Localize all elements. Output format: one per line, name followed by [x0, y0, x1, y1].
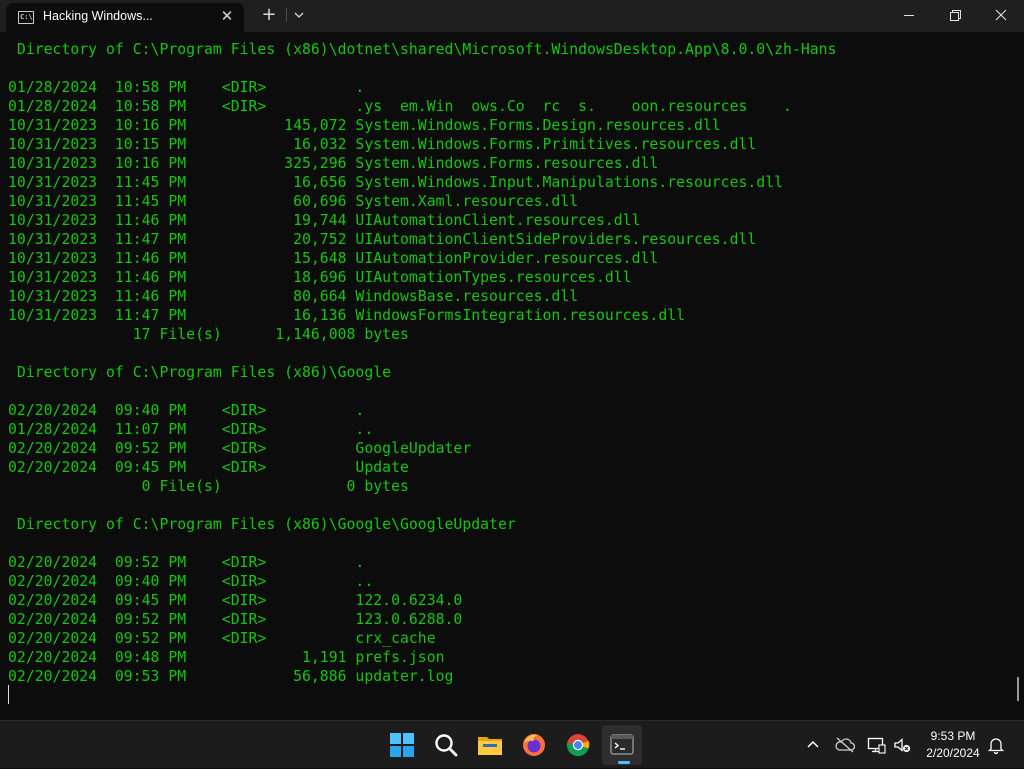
terminal-line: 10/31/2023 10:16 PM 145,072 System.Windo… — [8, 117, 721, 134]
terminal-line: 0 File(s) 0 bytes — [8, 478, 409, 495]
terminal-line: 02/20/2024 09:48 PM 1,191 prefs.json — [8, 649, 445, 666]
taskbar: 9:53 PM 2/20/2024 — [0, 720, 1024, 768]
network-icon — [867, 737, 886, 754]
chrome-button[interactable] — [558, 725, 598, 765]
chevron-up-icon — [807, 740, 819, 748]
terminal-line: Directory of C:\Program Files (x86)\Goog… — [8, 364, 392, 381]
terminal-line: 02/20/2024 09:52 PM <DIR> GoogleUpdater — [8, 440, 472, 457]
chevron-down-icon — [294, 12, 304, 18]
terminal-tab[interactable]: C:\ Hacking Windows... ✕ — [6, 3, 244, 32]
terminal-line: 10/31/2023 11:47 PM 20,752 UIAutomationC… — [8, 231, 757, 248]
network-tray-button[interactable] — [866, 735, 886, 755]
tab-close-button[interactable]: ✕ — [217, 6, 237, 26]
terminal-output[interactable]: Directory of C:\Program Files (x86)\dotn… — [0, 32, 1024, 720]
terminal-line: 10/31/2023 11:46 PM 19,744 UIAutomationC… — [8, 212, 641, 229]
restore-icon — [950, 10, 961, 21]
terminal-line: 01/28/2024 10:58 PM <DIR> . — [8, 79, 365, 96]
volume-tray-button[interactable] — [892, 735, 912, 755]
tab-separator — [286, 8, 287, 22]
terminal-line: 02/20/2024 09:45 PM <DIR> 122.0.6234.0 — [8, 592, 463, 609]
terminal-line: 01/28/2024 11:07 PM <DIR> .. — [8, 421, 374, 438]
active-app-indicator — [618, 761, 630, 764]
terminal-button[interactable] — [602, 725, 642, 765]
volume-muted-icon — [894, 738, 911, 753]
scrollbar[interactable] — [1017, 677, 1019, 701]
onedrive-tray-button[interactable] — [834, 735, 856, 755]
terminal-line: Directory of C:\Program Files (x86)\Goog… — [8, 516, 516, 533]
firefox-button[interactable] — [514, 725, 554, 765]
terminal-line: 01/28/2024 10:58 PM <DIR> .ys em.Win ows… — [8, 98, 792, 115]
terminal-line: 02/20/2024 09:53 PM 56,886 updater.log — [8, 668, 454, 685]
file-explorer-button[interactable] — [470, 725, 510, 765]
terminal-line: 10/31/2023 11:46 PM 18,696 UIAutomationT… — [8, 269, 632, 286]
command-prompt-icon: C:\ — [18, 11, 34, 24]
start-icon — [390, 733, 414, 757]
terminal-line: 10/31/2023 11:45 PM 60,696 System.Xaml.r… — [8, 193, 579, 210]
terminal-line: 10/31/2023 10:15 PM 16,032 System.Window… — [8, 136, 757, 153]
tab-title: Hacking Windows... — [43, 9, 153, 23]
maximize-button[interactable] — [932, 0, 978, 32]
title-bar: C:\ Hacking Windows... ✕ + — [0, 0, 1024, 32]
terminal-line: 02/20/2024 09:45 PM <DIR> Update — [8, 459, 409, 476]
show-hidden-icons-button[interactable] — [803, 735, 823, 755]
terminal-icon — [610, 734, 634, 755]
tab-dropdown-button[interactable] — [289, 5, 309, 25]
terminal-line: 02/20/2024 09:52 PM <DIR> 123.0.6288.0 — [8, 611, 463, 628]
terminal-line: 02/20/2024 09:52 PM <DIR> crx_cache — [8, 630, 436, 647]
terminal-line: 17 File(s) 1,146,008 bytes — [8, 326, 409, 343]
start-button[interactable] — [382, 725, 422, 765]
terminal-line: 02/20/2024 09:40 PM <DIR> .. — [8, 573, 374, 590]
new-tab-button[interactable]: + — [259, 4, 279, 26]
close-window-button[interactable] — [978, 0, 1024, 32]
clock[interactable]: 9:53 PM 2/20/2024 — [918, 728, 988, 762]
search-icon — [435, 734, 458, 757]
terminal-line: 10/31/2023 11:46 PM 15,648 UIAutomationP… — [8, 250, 659, 267]
file-explorer-icon — [478, 737, 502, 755]
notifications-button[interactable] — [986, 735, 1006, 755]
terminal-line: 10/31/2023 11:46 PM 80,664 WindowsBase.r… — [8, 288, 579, 305]
terminal-line: 10/31/2023 11:47 PM 16,136 WindowsFormsI… — [8, 307, 686, 324]
search-button[interactable] — [426, 725, 466, 765]
terminal-line: 02/20/2024 09:52 PM <DIR> . — [8, 554, 365, 571]
terminal-line: 10/31/2023 11:45 PM 16,656 System.Window… — [8, 174, 784, 191]
cloud-offline-icon — [835, 737, 856, 753]
terminal-line: 10/31/2023 10:16 PM 325,296 System.Windo… — [8, 155, 659, 172]
terminal-lines: Directory of C:\Program Files (x86)\dotn… — [8, 40, 837, 686]
clock-time: 9:53 PM — [930, 729, 976, 743]
chrome-icon — [566, 734, 590, 757]
terminal-line: Directory of C:\Program Files (x86)\dotn… — [8, 41, 837, 58]
close-icon — [995, 9, 1007, 21]
clock-date: 2/20/2024 — [926, 746, 980, 760]
text-cursor — [8, 685, 9, 704]
terminal-line: 02/20/2024 09:40 PM <DIR> . — [8, 402, 365, 419]
firefox-icon — [523, 734, 545, 756]
bell-icon — [987, 738, 1005, 755]
minimize-icon — [904, 15, 914, 16]
minimize-button[interactable] — [886, 0, 932, 32]
